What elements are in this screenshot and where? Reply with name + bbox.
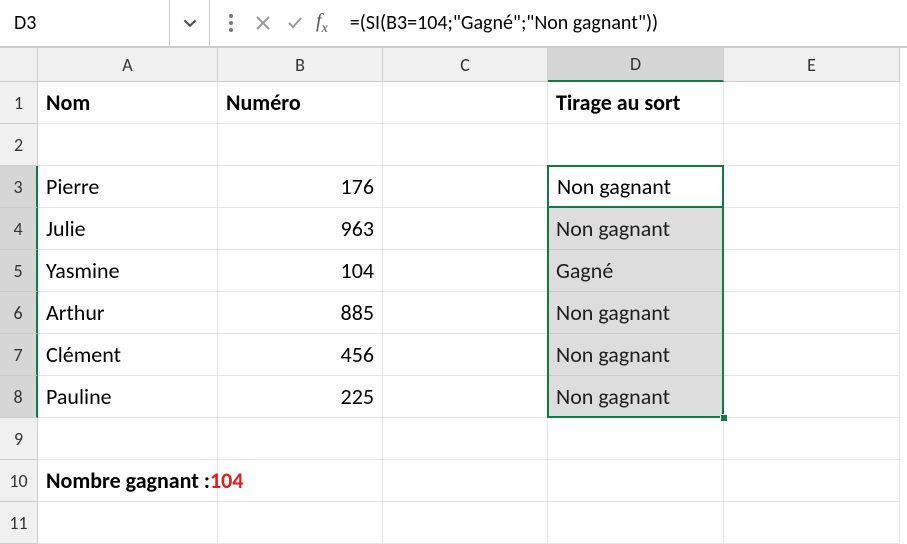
cell-C1[interactable] xyxy=(383,82,548,124)
cell-C3[interactable] xyxy=(383,166,548,208)
row-header-8[interactable]: 8 xyxy=(0,376,38,418)
cell-B5[interactable]: 104 xyxy=(218,250,383,292)
cell-B2[interactable] xyxy=(218,124,383,166)
cancel-icon[interactable] xyxy=(250,10,276,36)
cell-D1[interactable]: Tirage au sort xyxy=(548,82,724,124)
col-header-E[interactable]: E xyxy=(724,48,900,82)
col-header-D[interactable]: D xyxy=(548,48,724,82)
chevron-down-icon xyxy=(183,16,197,30)
cell-E5[interactable] xyxy=(724,250,900,292)
row-header-9[interactable]: 9 xyxy=(0,418,38,460)
cell-A10[interactable]: Nombre gagnant : 104 xyxy=(38,460,218,502)
cell-A3[interactable]: Pierre xyxy=(38,166,218,208)
name-box-dropdown[interactable] xyxy=(170,0,210,46)
cell-D4[interactable]: Non gagnant xyxy=(548,208,724,250)
cell-C11[interactable] xyxy=(383,502,548,544)
formula-bar: D3 fx =(SI(B3=104;"Gagné";"Non gagnant")… xyxy=(0,0,907,48)
cell-B7[interactable]: 456 xyxy=(218,334,383,376)
table-row: 6 Arthur 885 Non gagnant xyxy=(0,292,907,334)
select-all-corner[interactable] xyxy=(0,48,38,82)
cell-D2[interactable] xyxy=(548,124,724,166)
row-header-5[interactable]: 5 xyxy=(0,250,38,292)
row-header-4[interactable]: 4 xyxy=(0,208,38,250)
cell-D6[interactable]: Non gagnant xyxy=(548,292,724,334)
cell-B11[interactable] xyxy=(218,502,383,544)
cell-D8[interactable]: Non gagnant xyxy=(548,376,724,418)
cell-D11[interactable] xyxy=(548,502,724,544)
row-header-6[interactable]: 6 xyxy=(0,292,38,334)
cell-B3[interactable]: 176 xyxy=(218,166,383,208)
grid-rows: 1 Nom Numéro Tirage au sort 2 3 Pierre 1… xyxy=(0,82,907,544)
table-row: 11 xyxy=(0,502,907,544)
cell-B4[interactable]: 963 xyxy=(218,208,383,250)
fx-icon[interactable]: fx xyxy=(316,10,328,37)
cell-E9[interactable] xyxy=(724,418,900,460)
cell-A2[interactable] xyxy=(38,124,218,166)
row-header-1[interactable]: 1 xyxy=(0,82,38,124)
table-row: 7 Clément 456 Non gagnant xyxy=(0,334,907,376)
formula-bar-buttons: fx xyxy=(210,0,342,46)
name-box[interactable]: D3 xyxy=(0,0,170,46)
table-row: 1 Nom Numéro Tirage au sort xyxy=(0,82,907,124)
cell-C6[interactable] xyxy=(383,292,548,334)
cell-C7[interactable] xyxy=(383,334,548,376)
formula-input[interactable]: =(SI(B3=104;"Gagné";"Non gagnant")) xyxy=(342,11,907,35)
row-header-2[interactable]: 2 xyxy=(0,124,38,166)
cell-A9[interactable] xyxy=(38,418,218,460)
winning-label: Nombre gagnant : xyxy=(46,467,210,494)
cell-A7[interactable]: Clément xyxy=(38,334,218,376)
table-row: 4 Julie 963 Non gagnant xyxy=(0,208,907,250)
cell-E8[interactable] xyxy=(724,376,900,418)
cell-D9[interactable] xyxy=(548,418,724,460)
spreadsheet-grid: A B C D E 1 Nom Numéro Tirage au sort 2 … xyxy=(0,48,907,544)
cell-A4[interactable]: Julie xyxy=(38,208,218,250)
table-row: 8 Pauline 225 Non gagnant xyxy=(0,376,907,418)
cell-E7[interactable] xyxy=(724,334,900,376)
cell-A6[interactable]: Arthur xyxy=(38,292,218,334)
cell-D3[interactable]: Non gagnant xyxy=(548,166,724,208)
col-header-C[interactable]: C xyxy=(383,48,548,82)
cell-E1[interactable] xyxy=(724,82,900,124)
cell-B9[interactable] xyxy=(218,418,383,460)
winning-value: 104 xyxy=(210,467,243,494)
more-icon[interactable] xyxy=(218,10,244,36)
cell-E3[interactable] xyxy=(724,166,900,208)
cell-D7[interactable]: Non gagnant xyxy=(548,334,724,376)
cell-C9[interactable] xyxy=(383,418,548,460)
row-header-11[interactable]: 11 xyxy=(0,502,38,544)
cell-A1[interactable]: Nom xyxy=(38,82,218,124)
table-row: 2 xyxy=(0,124,907,166)
row-header-3[interactable]: 3 xyxy=(0,166,38,208)
cell-E6[interactable] xyxy=(724,292,900,334)
cell-A11[interactable] xyxy=(38,502,218,544)
table-row: 5 Yasmine 104 Gagné xyxy=(0,250,907,292)
cell-A8[interactable]: Pauline xyxy=(38,376,218,418)
cell-B6[interactable]: 885 xyxy=(218,292,383,334)
table-row: 9 xyxy=(0,418,907,460)
row-header-10[interactable]: 10 xyxy=(0,460,38,502)
cell-E11[interactable] xyxy=(724,502,900,544)
column-headers-row: A B C D E xyxy=(0,48,907,82)
cell-C2[interactable] xyxy=(383,124,548,166)
col-header-A[interactable]: A xyxy=(38,48,218,82)
cell-B8[interactable]: 225 xyxy=(218,376,383,418)
col-header-B[interactable]: B xyxy=(218,48,383,82)
cell-A5[interactable]: Yasmine xyxy=(38,250,218,292)
cell-C8[interactable] xyxy=(383,376,548,418)
cell-E4[interactable] xyxy=(724,208,900,250)
cell-C5[interactable] xyxy=(383,250,548,292)
table-row: 10 Nombre gagnant : 104 xyxy=(0,460,907,502)
cell-E2[interactable] xyxy=(724,124,900,166)
confirm-icon[interactable] xyxy=(282,10,308,36)
cell-C10[interactable] xyxy=(383,460,548,502)
cell-D10[interactable] xyxy=(548,460,724,502)
table-row: 3 Pierre 176 Non gagnant xyxy=(0,166,907,208)
cell-B1[interactable]: Numéro xyxy=(218,82,383,124)
cell-D5[interactable]: Gagné xyxy=(548,250,724,292)
row-header-7[interactable]: 7 xyxy=(0,334,38,376)
cell-C4[interactable] xyxy=(383,208,548,250)
cell-E10[interactable] xyxy=(724,460,900,502)
